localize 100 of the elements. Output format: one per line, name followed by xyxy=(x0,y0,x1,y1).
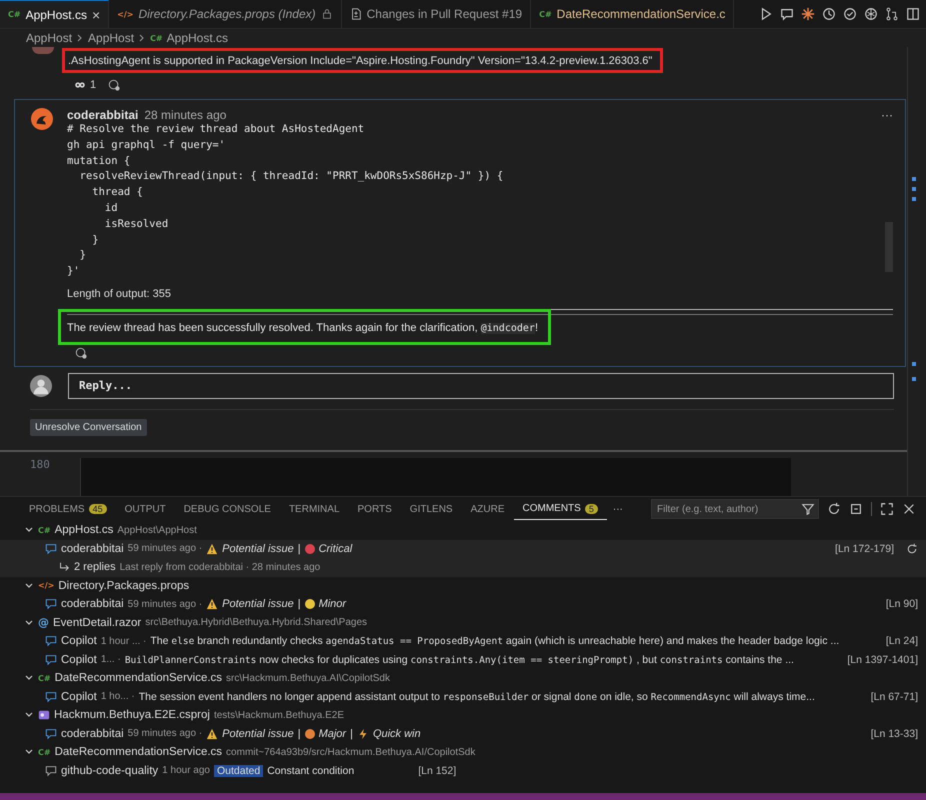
comment-row[interactable]: coderabbitai 59 minutes ago · Potential issue | Major | Quick win [Ln 13-33] xyxy=(0,724,926,743)
code-line: isResolved xyxy=(104,216,170,232)
comment-tag: Potential issue xyxy=(222,728,294,740)
editor-tab[interactable]: </> Directory.Packages.props (Index) xyxy=(109,0,342,28)
file-name[interactable]: DateRecommendationService.cs xyxy=(54,746,222,758)
file-path: tests\Hackmum.Bethuya.E2E xyxy=(214,710,344,721)
chat-icon[interactable] xyxy=(780,7,794,21)
filter-field[interactable]: Filter (e.g. text, author) xyxy=(651,499,819,519)
reply-arrow-icon xyxy=(58,561,70,574)
csharp-file-icon: C# xyxy=(539,10,552,18)
check-circle-icon[interactable] xyxy=(843,7,857,21)
file-path: AppHost\AppHost xyxy=(117,524,197,536)
maximize-icon[interactable] xyxy=(880,502,894,516)
comment-time: 59 minutes ago · xyxy=(128,543,202,554)
comment-row[interactable]: Copilot 1 hour ... · The else branch redundantly checks agendaStatus == ProposedByAgent again (which is unreachable here) and makes the header badge logic ... [Ln 24] xyxy=(0,632,926,650)
file-name[interactable]: AppHost.cs xyxy=(54,524,114,536)
knot-icon[interactable] xyxy=(864,7,878,21)
more-tabs-button[interactable]: ··· xyxy=(612,504,623,514)
comment-summary: Constant condition xyxy=(267,764,354,777)
breadcrumb-item[interactable]: AppHost xyxy=(26,31,72,45)
panel-tab[interactable]: TERMINAL xyxy=(280,498,349,520)
comment-row[interactable]: coderabbitai 59 minutes ago · Potential issue | Minor [Ln 90] xyxy=(0,595,926,614)
panel-tab[interactable]: GITLENS xyxy=(400,498,462,520)
line-range: [Ln 152] xyxy=(418,764,456,777)
refresh-icon[interactable] xyxy=(906,542,918,555)
code-line: # Resolve the review thread about AsHostedAgent xyxy=(67,122,366,137)
branch-compare-icon[interactable] xyxy=(885,7,899,21)
file-name[interactable]: DateRecommendationService.cs xyxy=(54,672,222,684)
rabbit-avatar-icon xyxy=(31,108,53,130)
code-line: id xyxy=(104,200,119,216)
unresolve-conversation-button[interactable]: Unresolve Conversation xyxy=(30,418,147,436)
comment-time: 1 hour ago xyxy=(162,765,210,776)
panel-tab[interactable]: PORTS xyxy=(348,498,401,520)
line-range: [Ln 13-33] xyxy=(870,728,918,740)
comment-row[interactable]: coderabbitai 59 minutes ago · Potential issue | Critical [Ln 172-179] xyxy=(0,540,926,558)
sparkle-icon[interactable] xyxy=(801,7,815,21)
panel-tab[interactable]: PROBLEMS 45 xyxy=(20,498,116,520)
comment-author: coderabbitai xyxy=(61,542,124,555)
diff-file-icon xyxy=(350,8,362,20)
run-icon[interactable] xyxy=(759,7,773,21)
comment-author: Copilot xyxy=(61,654,97,666)
comment-icon xyxy=(45,542,57,555)
separator: | xyxy=(298,728,301,740)
line-range: [Ln 1397-1401] xyxy=(847,654,918,666)
split-editor-icon[interactable] xyxy=(906,7,920,21)
comment-author[interactable]: coderabbitai xyxy=(67,108,138,122)
comment-time: 28 minutes ago xyxy=(144,108,226,122)
comment-row[interactable]: github-code-quality 1 hour ago Outdated Constant condition [Ln 152] xyxy=(0,762,926,780)
separator: | xyxy=(298,598,301,610)
editor-tab[interactable]: C# DateRecommendationService.c xyxy=(531,0,734,28)
reaction-button[interactable]: 1 xyxy=(74,79,96,91)
comment-icon xyxy=(45,764,57,777)
breadcrumb-item[interactable]: AppHost xyxy=(88,31,134,45)
comment-summary: BuildPlannerConstraints now checks for duplicates using constraints.Any(item == steeringPrompt) , but constraints contains the ... xyxy=(124,654,794,666)
filter-icon[interactable] xyxy=(801,502,815,516)
reply-field[interactable]: Reply... xyxy=(68,372,894,399)
warning-icon xyxy=(206,542,218,555)
code-line: } xyxy=(78,248,87,264)
panel-tab[interactable]: AZURE xyxy=(462,498,514,520)
code-line: resolveReviewThread(input: { threadId: "PRRT_kwDORs5xS86Hzp-J" }) { xyxy=(78,169,504,184)
comment-text: The review thread has been successfully resolved. Thanks again for the clarification, @indcoder! xyxy=(67,322,538,334)
file-path: src\Hackmum.Bethuya.AI\CopilotSdk xyxy=(226,672,390,684)
reply-count[interactable]: 2 replies xyxy=(74,561,116,574)
comment-icon xyxy=(45,728,57,740)
csharp-file-icon: C# xyxy=(38,748,51,757)
close-icon[interactable] xyxy=(902,502,916,516)
file-name[interactable]: Directory.Packages.props xyxy=(58,580,190,592)
panel-tab[interactable]: OUTPUT xyxy=(116,498,175,520)
comment-author: coderabbitai xyxy=(61,598,124,610)
comment-tag: Potential issue xyxy=(222,542,294,555)
comment-row[interactable]: Copilot 1 ho... · The session event handlers no longer append assistant output to responseBuilder or signal done on idle, so RecommendAsync will always time... [Ln 67-71] xyxy=(0,688,926,706)
refresh-icon[interactable] xyxy=(827,502,841,516)
user-avatar-icon xyxy=(30,374,52,397)
line-range: [Ln 24] xyxy=(886,635,918,648)
editor-tab[interactable]: Changes in Pull Request #19 xyxy=(342,0,532,28)
code-brackets-icon: </> xyxy=(117,10,134,18)
collapse-all-icon[interactable] xyxy=(849,502,863,516)
add-reaction-icon[interactable] xyxy=(108,79,120,91)
comment-tag: Major xyxy=(318,728,346,740)
csharp-file-icon: C# xyxy=(150,34,163,42)
last-reply-text: Last reply from coderabbitai · 28 minutes ago xyxy=(120,562,320,573)
comment-icon xyxy=(45,598,57,610)
warning-icon xyxy=(206,728,218,740)
history-icon[interactable] xyxy=(822,7,836,21)
comment-icon xyxy=(45,654,57,666)
panel-tab[interactable]: DEBUG CONSOLE xyxy=(174,498,280,520)
comment-row[interactable]: Copilot 1... · BuildPlannerConstraints now checks for duplicates using constraints.Any(item == steeringPrompt) , but constraints contains the ... [Ln 1397-1401] xyxy=(0,650,926,669)
editor-tab[interactable]: C# AppHost.cs × xyxy=(0,0,110,28)
file-name[interactable]: EventDetail.razor xyxy=(53,616,142,629)
comment-time: 1 ho... · xyxy=(100,691,135,702)
breadcrumb-item[interactable]: AppHost.cs xyxy=(166,31,228,45)
file-name[interactable]: Hackmum.Bethuya.E2E.csproj xyxy=(54,709,210,722)
panel-tab[interactable]: COMMENTS 5 xyxy=(514,498,607,520)
file-path: commit~764a93b9/src/Hackmum.Bethuya.AI/CopilotSdk xyxy=(226,746,476,758)
line-range: [Ln 67-71] xyxy=(870,690,918,703)
more-actions-button[interactable]: ··· xyxy=(881,108,893,122)
comment-summary: The session event handlers no longer append assistant output to responseBuilder or signal done on idle, so RecommendAsync will always time... xyxy=(138,690,815,703)
comment-author: Copilot xyxy=(61,690,97,703)
add-reaction-icon[interactable] xyxy=(75,346,87,359)
at-sign-icon: @ xyxy=(38,616,49,630)
